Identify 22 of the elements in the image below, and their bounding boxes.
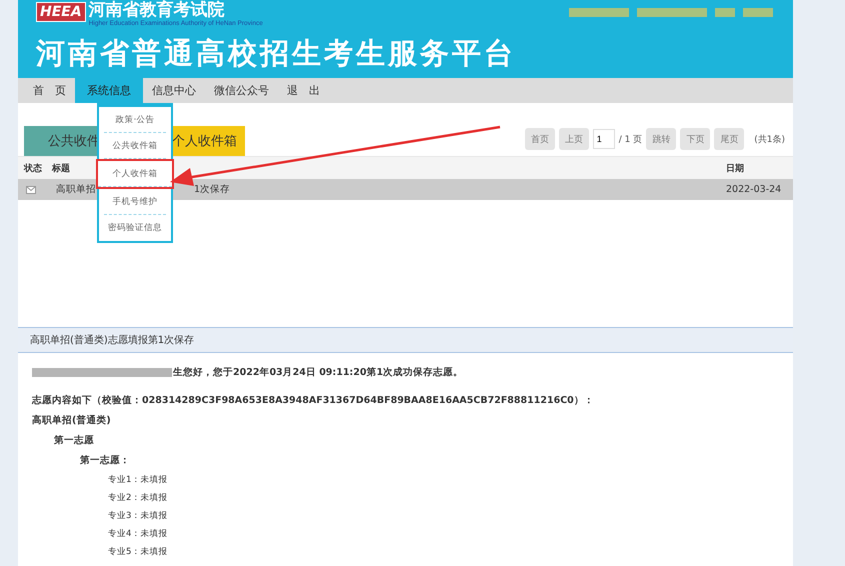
major-text: 专业1：未填报 xyxy=(107,474,168,487)
column-header: 日期 xyxy=(726,164,744,174)
table-cell: 1次保存 xyxy=(194,183,230,196)
major-text: 专业3：未填报 xyxy=(107,510,168,523)
category-text: 高职单招(普通类) xyxy=(32,414,112,428)
major-text: 专业4：未填报 xyxy=(107,528,168,541)
choice-text: 第一志愿： xyxy=(79,454,131,468)
page-total: / 1 页 xyxy=(618,134,642,146)
record-count: (共1条) xyxy=(754,134,785,146)
column-header: 标题 xyxy=(52,164,70,174)
logo: HEEA xyxy=(36,2,86,22)
major-text: 专业2：未填报 xyxy=(107,492,168,505)
site-title: 河南省普通高校招生考生服务平台 xyxy=(36,35,517,72)
table-cell-text: 2022-03-24 xyxy=(726,184,782,195)
choice-group-text: 第一志愿 xyxy=(53,434,95,448)
org-name: 河南省教育考试院 xyxy=(88,0,226,20)
message-title: 高职单招(普通类)志愿填报第1次保存 xyxy=(30,334,194,347)
major-text: 专业5：未填报 xyxy=(107,546,168,559)
table-cell: 高职单招 xyxy=(56,183,96,196)
column-header: 状态 xyxy=(24,164,42,174)
greeting-text: 生您好，您于2022年03月24日 09:11:20第1次成功保存志愿。 xyxy=(173,367,464,378)
content-intro: 志愿内容如下（校验值：028314289C3F98A653E8A3948AF31367D64BF89BAA8E16AA5CB72F88811216C0）： xyxy=(32,394,595,408)
